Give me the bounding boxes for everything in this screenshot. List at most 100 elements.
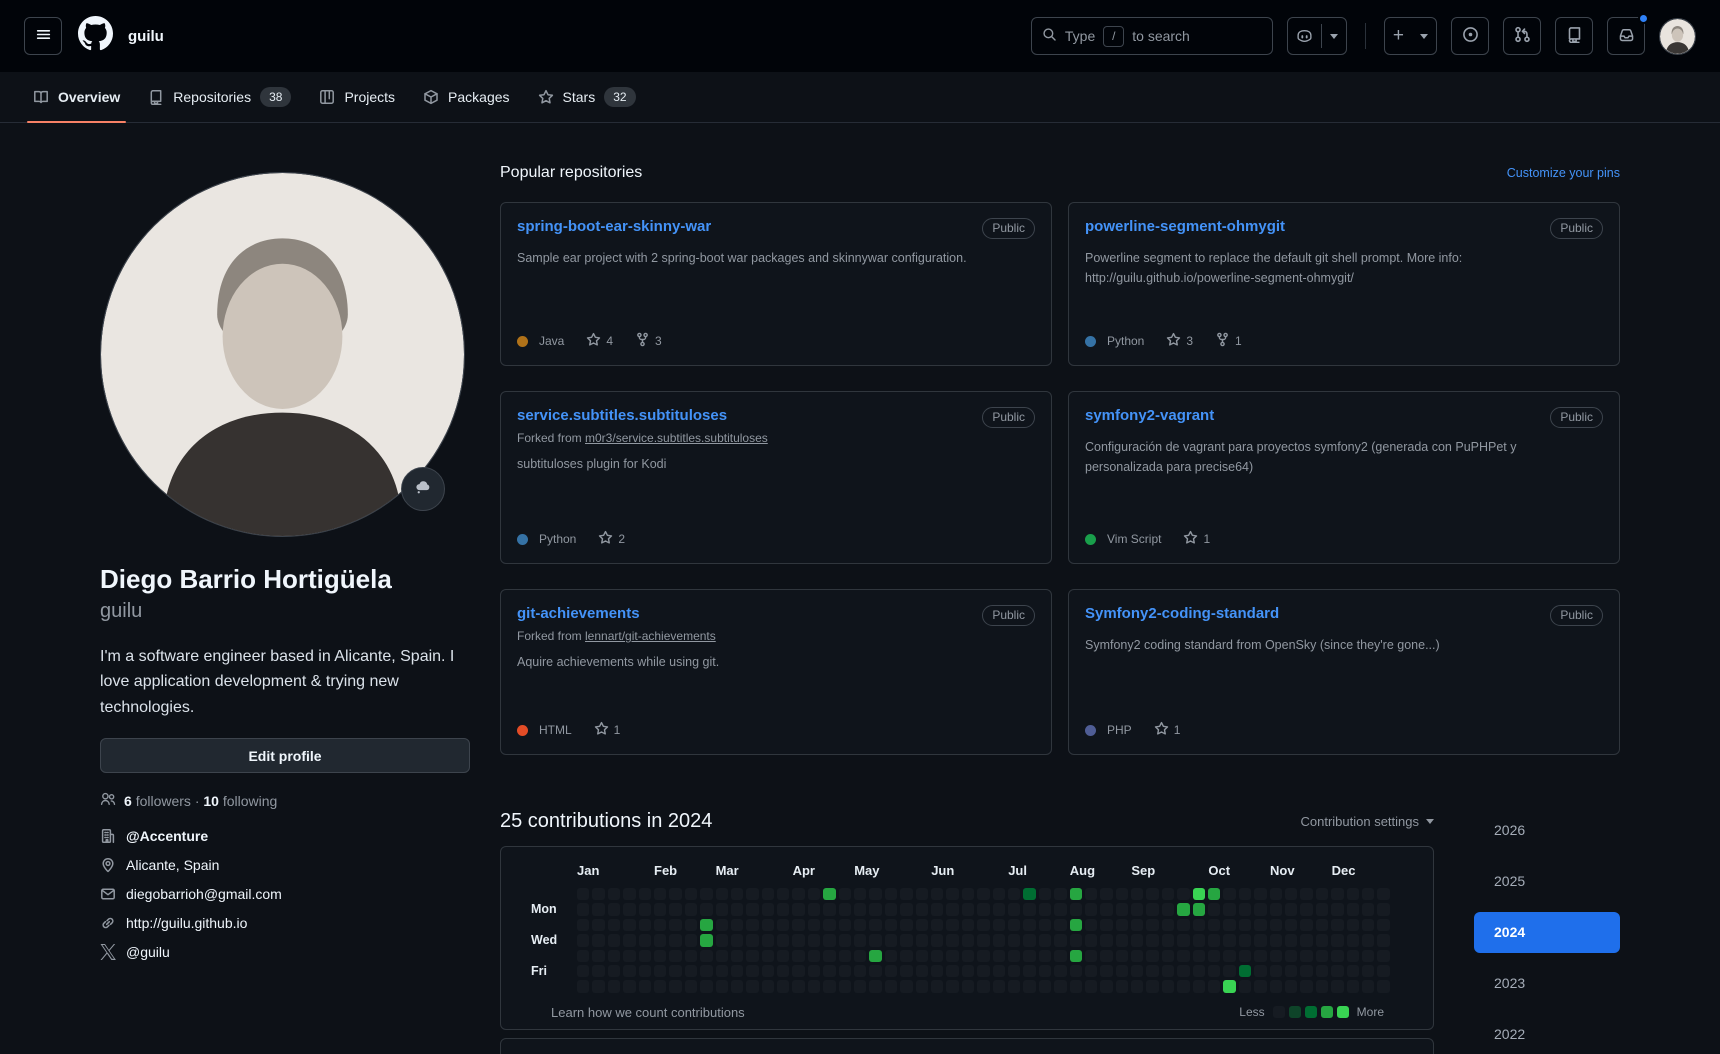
saved-repos-button[interactable] [1555, 17, 1593, 55]
create-menu-caret[interactable] [1412, 18, 1436, 54]
contribution-cell[interactable] [1223, 980, 1235, 992]
contribution-cell[interactable] [1254, 950, 1266, 962]
contribution-cell[interactable] [885, 919, 897, 931]
contribution-cell[interactable] [1316, 950, 1328, 962]
contribution-cell[interactable] [639, 965, 651, 977]
contribution-cell[interactable] [1239, 888, 1251, 900]
contribution-cell[interactable] [1177, 965, 1189, 977]
contribution-cell[interactable] [1070, 919, 1082, 931]
contribution-cell[interactable] [1377, 919, 1389, 931]
contribution-cell[interactable] [1208, 903, 1220, 915]
contribution-cell[interactable] [1223, 934, 1235, 946]
contribution-cell[interactable] [1285, 919, 1297, 931]
contribution-cell[interactable] [1377, 950, 1389, 962]
contribution-cell[interactable] [1300, 950, 1312, 962]
contribution-cell[interactable] [839, 919, 851, 931]
contribution-cell[interactable] [1208, 950, 1220, 962]
learn-contributions-link[interactable]: Learn how we count contributions [551, 1005, 745, 1020]
contribution-cell[interactable] [1362, 934, 1374, 946]
hamburger-menu-button[interactable] [24, 17, 62, 55]
contribution-cell[interactable] [1116, 950, 1128, 962]
contribution-cell[interactable] [746, 903, 758, 915]
contribution-cell[interactable] [1300, 888, 1312, 900]
tab-projects[interactable]: Projects [305, 72, 409, 122]
contribution-cell[interactable] [685, 903, 697, 915]
contribution-cell[interactable] [1162, 888, 1174, 900]
contribution-cell[interactable] [1239, 919, 1251, 931]
contribution-cell[interactable] [1347, 934, 1359, 946]
contribution-cell[interactable] [977, 934, 989, 946]
contribution-cell[interactable] [639, 903, 651, 915]
contribution-cell[interactable] [1177, 888, 1189, 900]
contribution-cell[interactable] [608, 888, 620, 900]
contribution-cell[interactable] [885, 934, 897, 946]
contribution-cell[interactable] [1362, 888, 1374, 900]
contribution-cell[interactable] [823, 965, 835, 977]
contribution-cell[interactable] [685, 950, 697, 962]
repo-name-link[interactable]: spring-boot-ear-skinny-war [517, 218, 711, 235]
contribution-cell[interactable] [1316, 888, 1328, 900]
contribution-cell[interactable] [762, 965, 774, 977]
contribution-cell[interactable] [716, 934, 728, 946]
contribution-cell[interactable] [577, 919, 589, 931]
contribution-cell[interactable] [1177, 919, 1189, 931]
contribution-cell[interactable] [885, 888, 897, 900]
contribution-cell[interactable] [792, 980, 804, 992]
contribution-cell[interactable] [1316, 965, 1328, 977]
year-item-2025[interactable]: 2025 [1474, 861, 1620, 902]
issues-button[interactable] [1451, 17, 1489, 55]
contribution-cell[interactable] [777, 980, 789, 992]
contribution-cell[interactable] [592, 903, 604, 915]
contribution-cell[interactable] [946, 965, 958, 977]
contribution-cell[interactable] [654, 950, 666, 962]
contribution-cell[interactable] [1285, 903, 1297, 915]
contribution-cell[interactable] [1270, 919, 1282, 931]
tab-stars[interactable]: Stars32 [524, 72, 650, 122]
contribution-cell[interactable] [608, 965, 620, 977]
contribution-cell[interactable] [762, 903, 774, 915]
contribution-cell[interactable] [608, 980, 620, 992]
contribution-cell[interactable] [808, 980, 820, 992]
contribution-cell[interactable] [916, 903, 928, 915]
contribution-cell[interactable] [1331, 950, 1343, 962]
contribution-cell[interactable] [577, 888, 589, 900]
contribution-cell[interactable] [716, 888, 728, 900]
contribution-cell[interactable] [608, 934, 620, 946]
contribution-cell[interactable] [823, 888, 835, 900]
contribution-cell[interactable] [1100, 888, 1112, 900]
contribution-cell[interactable] [1254, 965, 1266, 977]
contribution-cell[interactable] [1285, 934, 1297, 946]
contribution-cell[interactable] [1377, 934, 1389, 946]
contribution-cell[interactable] [654, 919, 666, 931]
contribution-cell[interactable] [1054, 888, 1066, 900]
contribution-cell[interactable] [623, 919, 635, 931]
contribution-cell[interactable] [839, 950, 851, 962]
contribution-cell[interactable] [1070, 903, 1082, 915]
contribution-cell[interactable] [900, 903, 912, 915]
contribution-cell[interactable] [808, 903, 820, 915]
contribution-cell[interactable] [854, 980, 866, 992]
contribution-cell[interactable] [1085, 950, 1097, 962]
contribution-cell[interactable] [1085, 919, 1097, 931]
contribution-cell[interactable] [1131, 965, 1143, 977]
year-item-2026[interactable]: 2026 [1474, 810, 1620, 851]
contribution-cell[interactable] [746, 965, 758, 977]
tab-repositories[interactable]: Repositories38 [134, 72, 305, 122]
contribution-cell[interactable] [669, 919, 681, 931]
profile-detail-row[interactable]: diegobarrioh@gmail.com [100, 886, 470, 902]
contribution-cell[interactable] [700, 980, 712, 992]
contribution-cell[interactable] [931, 965, 943, 977]
contribution-cell[interactable] [1193, 950, 1205, 962]
contribution-cell[interactable] [654, 965, 666, 977]
contribution-cell[interactable] [746, 919, 758, 931]
contribution-cell[interactable] [1085, 934, 1097, 946]
contribution-cell[interactable] [1331, 965, 1343, 977]
contribution-cell[interactable] [946, 934, 958, 946]
star-count[interactable]: 2 [598, 530, 625, 548]
contribution-cell[interactable] [792, 965, 804, 977]
contribution-cell[interactable] [639, 980, 651, 992]
contribution-cell[interactable] [900, 950, 912, 962]
tab-packages[interactable]: Packages [409, 72, 523, 122]
contribution-cell[interactable] [1208, 919, 1220, 931]
contribution-cell[interactable] [731, 950, 743, 962]
